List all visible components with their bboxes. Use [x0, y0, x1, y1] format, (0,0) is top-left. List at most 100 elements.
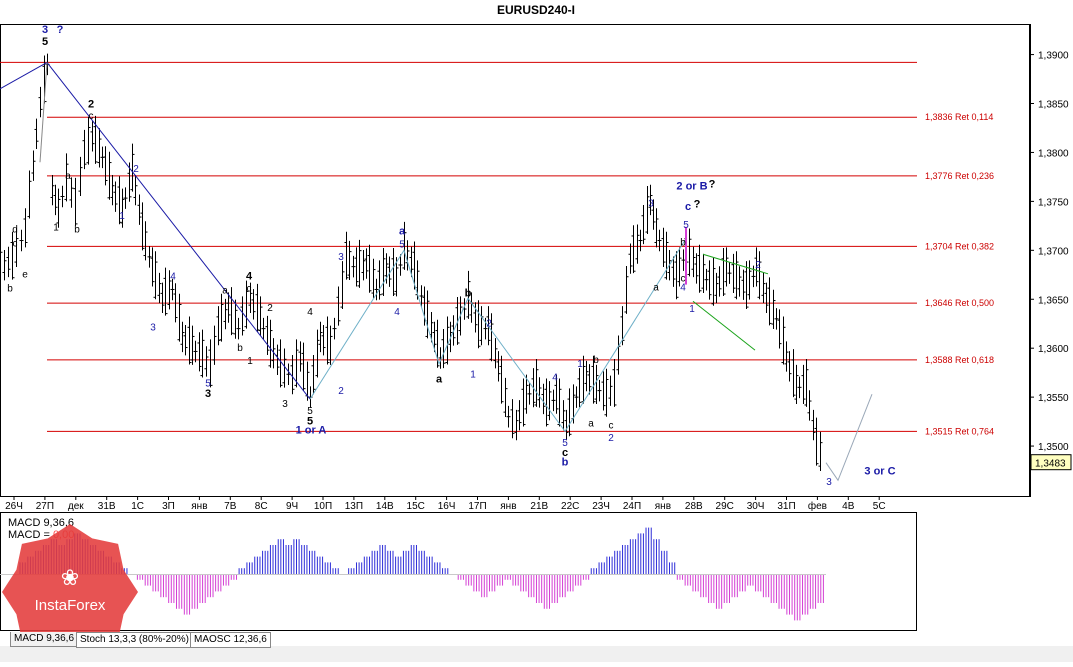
x-tick-label: 3П [162, 501, 175, 512]
x-tick-label: 26Ч [5, 501, 23, 512]
wave-label: 3 [150, 323, 156, 334]
x-tick-label: 30Ч [747, 501, 765, 512]
wave-label: 2 [88, 98, 94, 110]
wave-label: b [465, 287, 472, 299]
wave-label: b [593, 355, 599, 366]
wave-label: b [7, 283, 13, 294]
y-tick-label: 1,3600 [1038, 344, 1069, 355]
y-tick-label: 1,3550 [1038, 393, 1069, 404]
x-tick-label: фев [808, 500, 827, 512]
wave-label: 4 [394, 307, 400, 318]
x-tick-label: 7В [224, 501, 237, 512]
y-tick-label: 1,3750 [1038, 197, 1069, 208]
wave-label: 5 [42, 36, 48, 48]
status-strip [0, 646, 1073, 662]
wave-label: 3 [205, 388, 211, 400]
wave-label: ? [57, 24, 64, 36]
x-tick-label: 27П [36, 501, 54, 512]
wave-label: 2 [608, 433, 614, 444]
chart-root: EURUSD240-I 1,3900 1,3850 1,3800 1,3750 1,370… [0, 0, 1073, 662]
wave-label: 2 [755, 260, 761, 271]
y-tick-label: 1,3650 [1038, 295, 1069, 306]
wave-label: b [237, 343, 243, 354]
x-tick-label: 29С [716, 501, 734, 512]
wave-label: a [653, 282, 659, 293]
fib-level-label: 1,3836 Ret 0,114 [925, 112, 993, 122]
fib-level-label: 1,3515 Ret 0,764 [925, 426, 994, 436]
wave-label: 2 [133, 164, 139, 175]
y-tick-label: 1,3500 [1038, 442, 1069, 453]
y-tick-label: 1,3850 [1038, 100, 1069, 111]
x-tick-label: 21В [530, 501, 548, 512]
tab-maosc[interactable]: MAOSC 12,36,6 [190, 632, 271, 648]
fib-level-label: 1,3646 Ret 0,500 [925, 298, 994, 308]
wave-label: 5 [683, 220, 689, 231]
wave-label: 1 [689, 304, 695, 315]
trendline-blue [46, 62, 311, 400]
y-tick-label: 1,3700 [1038, 246, 1069, 257]
wave-label: a [399, 226, 406, 238]
wedge-line-lower [692, 300, 756, 351]
wave-label: 3 [338, 252, 344, 263]
wave-label: 1 [577, 359, 583, 370]
wave-label: 5 [399, 239, 405, 250]
x-tick-label: 31П [777, 501, 795, 512]
x-tick-label: 28В [685, 501, 703, 512]
wave-label: c [13, 238, 18, 249]
wave-path-grey [39, 62, 48, 163]
wave-label: a [436, 373, 443, 385]
wave-label: 2 [338, 386, 344, 397]
wave-label: 3 or C [864, 465, 895, 477]
wave-label: 4 [307, 307, 313, 318]
wave-label: a [222, 285, 228, 296]
wave-label: 3 [42, 24, 48, 36]
wave-label: 3 [282, 399, 288, 410]
x-tick-label: янв [500, 501, 516, 512]
fib-level-label: 1,3704 Ret 0,382 [925, 241, 994, 251]
x-tick-label: 17П [468, 501, 486, 512]
macd-label: MACD 9,36,6 [8, 517, 74, 529]
wave-label: 1 [247, 356, 253, 367]
wave-label: a [65, 171, 71, 182]
wave-label: a [588, 418, 594, 429]
wave-label: 2 or B [676, 181, 707, 193]
x-tick-label: 22С [561, 501, 579, 512]
logo-text: InstaForex [35, 597, 106, 614]
tab-macd[interactable]: MACD 9,36,6 [10, 632, 79, 647]
x-tick-label: 31В [98, 501, 116, 512]
wave-label: 2 [486, 319, 492, 330]
wave-label: 1 [470, 370, 476, 381]
y-tick-label: 1,3800 [1038, 148, 1069, 159]
x-tick-label: янв [191, 501, 207, 512]
wave-label: b [680, 237, 686, 248]
wave-label: b [562, 457, 569, 469]
wave-label: 2 [267, 303, 273, 314]
tab-stoch[interactable]: Stoch 13,3,3 (80%-20%) [76, 632, 193, 648]
x-tick-label: 4В [842, 501, 855, 512]
wave-label: 1 or A [296, 424, 327, 436]
wave-label: d [12, 225, 18, 236]
x-tick-label: 15С [407, 501, 425, 512]
wave-label: 4 [552, 372, 558, 383]
x-tick-label: 24П [623, 501, 641, 512]
x-tick-label: 1С [131, 501, 144, 512]
wave-label: ? [709, 179, 716, 191]
x-tick-label: 5С [873, 501, 886, 512]
x-tick-label: 10П [314, 501, 332, 512]
wave-label: c [685, 201, 691, 213]
chart-title: EURUSD240-I [497, 3, 575, 17]
x-tick-label: 13П [345, 501, 363, 512]
trendline-blue [0, 61, 48, 90]
wave-label: c [89, 111, 94, 122]
x-tick-label: 23Ч [592, 501, 610, 512]
wave-label: c [247, 283, 252, 294]
wave-label: 1 [53, 223, 59, 234]
x-tick-label: 16Ч [438, 501, 456, 512]
wave-label: c [609, 420, 614, 431]
x-tick-label: 9Ч [286, 501, 298, 512]
price-panel-frame [0, 24, 1030, 497]
wave-label: 4 [170, 272, 176, 283]
wave-label: 4 [246, 271, 253, 283]
y-tick-label: 1,3900 [1038, 51, 1069, 62]
x-tick-label: 8С [255, 501, 268, 512]
